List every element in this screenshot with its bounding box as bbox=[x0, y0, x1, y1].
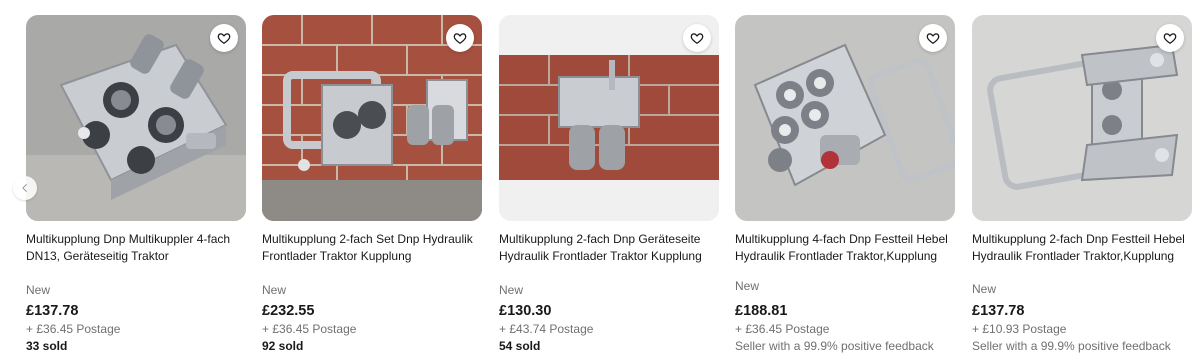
product-image[interactable] bbox=[26, 15, 246, 221]
listing-condition: New bbox=[262, 283, 287, 297]
carousel-prev-button[interactable] bbox=[13, 176, 37, 200]
watch-button[interactable] bbox=[683, 24, 711, 52]
listing-postage: + £36.45 Postage bbox=[262, 322, 357, 336]
listing-sold-count: 92 sold bbox=[262, 339, 304, 353]
product-image[interactable] bbox=[735, 15, 955, 221]
listing-condition: New bbox=[735, 279, 760, 293]
listing-title[interactable]: Multikupplung Dnp Multikuppler 4-fach DN… bbox=[26, 231, 256, 264]
listing-title[interactable]: Multikupplung 4-fach Dnp Festteil Hebel … bbox=[735, 231, 965, 264]
heart-icon bbox=[217, 33, 231, 44]
watch-button[interactable] bbox=[446, 24, 474, 52]
chevron-left-icon bbox=[22, 184, 27, 192]
heart-icon bbox=[690, 33, 704, 44]
product-image[interactable] bbox=[499, 15, 719, 221]
listing-postage: + £36.45 Postage bbox=[26, 322, 121, 336]
watch-button[interactable] bbox=[210, 24, 238, 52]
listing-price: £188.81 bbox=[735, 303, 788, 319]
listing-price: £137.78 bbox=[26, 303, 79, 319]
listing-carousel: Multikupplung Dnp Multikuppler 4-fach DN… bbox=[0, 0, 1200, 363]
listing-title[interactable]: Multikupplung 2-fach Dnp Geräteseite Hyd… bbox=[499, 231, 729, 264]
listing-title[interactable]: Multikupplung 2-fach Dnp Festteil Hebel … bbox=[972, 231, 1200, 264]
listing-postage: + £10.93 Postage bbox=[972, 322, 1067, 336]
listing-postage: + £36.45 Postage bbox=[735, 322, 830, 336]
listing-price: £130.30 bbox=[499, 303, 552, 319]
seller-feedback: Seller with a 99.9% positive feedback bbox=[972, 339, 1171, 353]
listing-sold-count: 54 sold bbox=[499, 339, 541, 353]
heart-icon bbox=[453, 33, 467, 44]
listing-price: £137.78 bbox=[972, 303, 1025, 319]
listing-condition: New bbox=[26, 283, 51, 297]
listing-postage: + £43.74 Postage bbox=[499, 322, 594, 336]
heart-icon bbox=[1163, 33, 1177, 44]
seller-feedback: Seller with a 99.9% positive feedback bbox=[735, 339, 934, 353]
product-image[interactable] bbox=[972, 15, 1192, 221]
product-image[interactable] bbox=[262, 15, 482, 221]
listing-condition: New bbox=[972, 282, 997, 296]
heart-icon bbox=[926, 33, 940, 44]
watch-button[interactable] bbox=[919, 24, 947, 52]
watch-button[interactable] bbox=[1156, 24, 1184, 52]
listing-condition: New bbox=[499, 283, 524, 297]
listing-price: £232.55 bbox=[262, 303, 315, 319]
listing-sold-count: 33 sold bbox=[26, 339, 68, 353]
listing-title[interactable]: Multikupplung 2-fach Set Dnp Hydraulik F… bbox=[262, 231, 492, 264]
